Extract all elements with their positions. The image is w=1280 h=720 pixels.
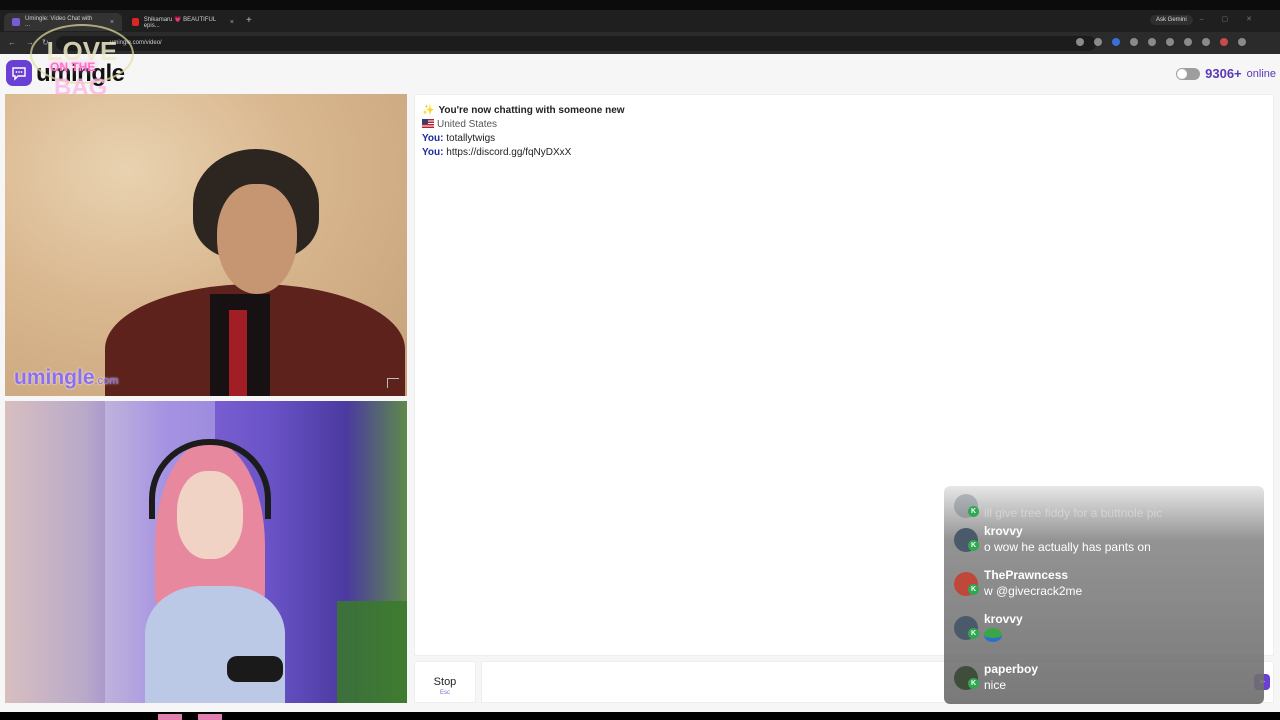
system-message: ✨ You're now chatting with someone new [422,105,625,116]
chat-message: You: https://discord.gg/fqNyDXxX [422,147,572,158]
umingle-page: umingle LOVE ON THE BAG 9306+ online umi… [0,24,1280,712]
stream-chat-overlay: K ill give tree fiddy for a buttnole pic… [944,486,1264,704]
extension-icon[interactable] [1112,38,1120,46]
address-bar[interactable]: umingle.com/video/ [56,36,1096,51]
bookmark-star-icon[interactable] [1076,38,1084,46]
stop-button[interactable]: Stop Esc [414,661,476,703]
new-tab-button[interactable]: + [246,15,252,26]
kick-badge-icon: K [968,584,979,595]
speaker-icon[interactable] [1094,38,1102,46]
online-indicator: 9306+ online [1176,66,1276,81]
sidebar-icon[interactable] [1202,38,1210,46]
online-label: online [1246,67,1276,80]
stream-bottom-bar [0,712,1280,720]
tab-youtube[interactable]: Shikamaru 💗 BEAUTIFUL epis... × [124,13,242,31]
chat-message: You: totallytwigs [422,133,496,144]
overlay-decoration [198,714,222,720]
ask-gemini-button[interactable]: Ask Gemini [1150,15,1193,25]
stranger-tie [229,310,247,396]
chat-bubble-logo-icon[interactable] [6,60,32,86]
extension-icon[interactable] [1130,38,1138,46]
extension-icons[interactable] [1076,38,1246,46]
kick-badge-icon: K [968,506,979,517]
close-tab-icon[interactable]: × [230,19,234,26]
overlay-decoration [158,714,182,720]
pepe-emote-icon [984,628,1002,642]
extension-icon[interactable] [1166,38,1174,46]
self-video [5,401,407,703]
self-dress [145,586,285,703]
kick-badge-icon: K [968,628,979,639]
video-watermark: umingle.com [14,366,119,389]
stranger-video: umingle.com [5,94,407,396]
stranger-face [217,184,297,294]
extension-icon[interactable] [1148,38,1156,46]
profile-avatar-icon[interactable] [1220,38,1228,46]
sparkle-icon: ✨ [422,105,435,116]
stream-overlay-on-the: ON THE [50,60,96,74]
menu-dots-icon[interactable] [1238,38,1246,46]
online-count: 9306+ [1205,66,1242,81]
theme-toggle[interactable] [1176,67,1201,80]
browser-top-edge [0,0,1280,10]
background-plant [337,601,407,703]
us-flag-icon [422,119,434,128]
umingle-favicon-icon [12,18,20,26]
youtube-favicon-icon [132,18,139,26]
game-controller [227,656,283,682]
close-tab-icon[interactable]: × [110,19,114,26]
stranger-country: United States [422,119,497,130]
kick-badge-icon: K [968,678,979,689]
window-controls[interactable]: –▢✕ [1200,15,1270,23]
back-icon[interactable]: ← [8,38,16,47]
puzzle-icon[interactable] [1184,38,1192,46]
kick-badge-icon: K [968,540,979,551]
report-flag-icon[interactable] [387,378,399,388]
